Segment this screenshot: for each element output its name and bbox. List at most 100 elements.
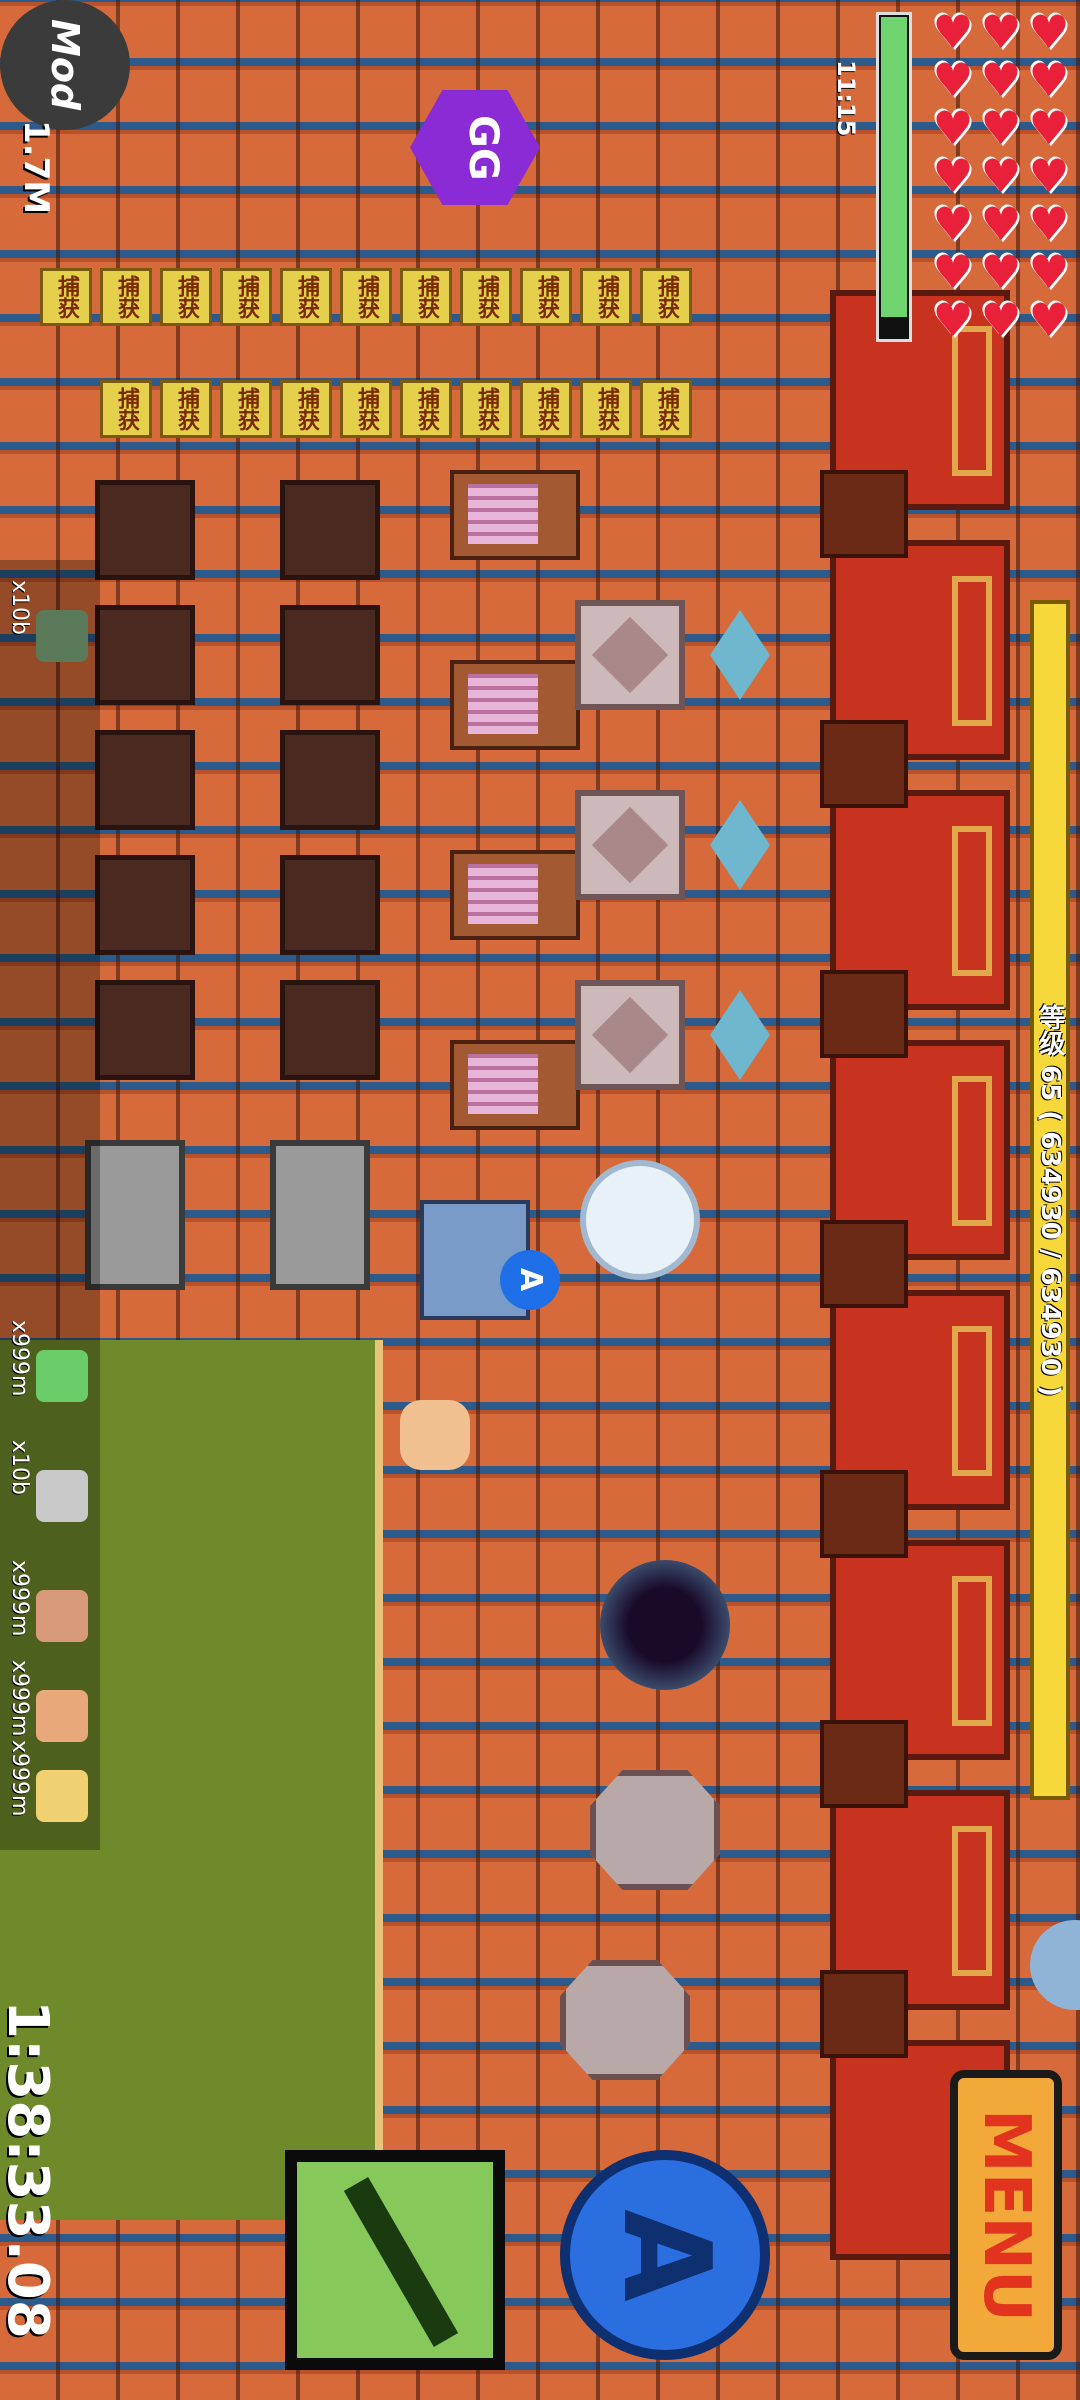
heart-icon: ♥ — [932, 5, 974, 59]
shirt-icon — [36, 1590, 88, 1642]
capture-sign[interactable]: 捕获 — [220, 268, 272, 326]
capture-sign[interactable]: 捕获 — [160, 380, 212, 438]
hotbar-count: x999m — [7, 1560, 32, 1637]
shirt-icon — [36, 1690, 88, 1742]
heart-icon: ♥ — [1028, 245, 1070, 299]
capture-sign[interactable]: 捕获 — [520, 380, 572, 438]
capture-sign[interactable]: 捕获 — [640, 268, 692, 326]
heart-icon: ♥ — [932, 245, 974, 299]
hotbar-slot[interactable]: x999m — [0, 1740, 100, 1850]
heart-icon: ♥ — [1028, 101, 1070, 155]
heart-icon: ♥ — [932, 149, 974, 203]
hotbar-slot[interactable]: x10b — [0, 580, 100, 690]
game-screen: 捕获 捕获 捕获 捕获 捕获 捕获 捕获 捕获 捕获 捕获 捕获 捕获 捕获 捕… — [0, 0, 1080, 2400]
capture-sign[interactable]: 捕获 — [100, 380, 152, 438]
hotbar-slot[interactable]: x10b — [0, 1440, 100, 1550]
hotbar-slot[interactable]: x999m — [0, 1560, 100, 1670]
hotbar: x10b x999m x10b x999m x999m x999m — [0, 560, 100, 1850]
stone-statue[interactable] — [575, 600, 685, 710]
storage-crate[interactable] — [280, 480, 380, 580]
heart-icon: ♥ — [932, 197, 974, 251]
run-timer: 1:38:33.08 — [0, 2000, 60, 2339]
use-tool-button[interactable] — [285, 2150, 505, 2370]
loom[interactable] — [450, 660, 580, 750]
loom[interactable] — [450, 850, 580, 940]
capture-sign[interactable]: 捕获 — [580, 380, 632, 438]
level-text: 等级 65 ( 634930 / 634930 ) — [1035, 1003, 1065, 1397]
capture-sign[interactable]: 捕获 — [460, 268, 512, 326]
capture-sign[interactable]: 捕获 — [280, 380, 332, 438]
player-marker: A — [500, 1250, 560, 1310]
storage-crate[interactable] — [95, 480, 195, 580]
loom[interactable] — [450, 1040, 580, 1130]
magic-orb[interactable] — [580, 1160, 700, 1280]
void-portal[interactable] — [600, 1560, 730, 1690]
chair[interactable] — [820, 720, 908, 808]
capture-sign[interactable]: 捕获 — [460, 380, 512, 438]
capture-sign[interactable]: 捕获 — [280, 268, 332, 326]
heart-icon: ♥ — [932, 101, 974, 155]
money-counter: 1.7M — [16, 120, 56, 215]
capture-sign[interactable]: 捕获 — [520, 268, 572, 326]
heart-icon: ♥ — [980, 101, 1022, 155]
heart-icon: ♥ — [980, 293, 1022, 347]
stone-altar[interactable] — [590, 1770, 720, 1890]
heart-icon: ♥ — [980, 5, 1022, 59]
stone-altar[interactable] — [560, 1960, 690, 2080]
chair[interactable] — [820, 1720, 908, 1808]
heart-icon: ♥ — [932, 53, 974, 107]
heart-icon: ♥ — [932, 293, 974, 347]
storage-crate[interactable] — [280, 605, 380, 705]
storage-crate[interactable] — [280, 730, 380, 830]
furnace[interactable] — [85, 1140, 185, 1290]
menu-button[interactable]: MENU — [950, 2070, 1062, 2360]
storage-crate[interactable] — [280, 855, 380, 955]
capture-sign[interactable]: 捕获 — [580, 268, 632, 326]
capture-sign[interactable]: 捕获 — [100, 268, 152, 326]
heart-icon: ♥ — [980, 197, 1022, 251]
hotbar-slot[interactable]: x999m — [0, 1320, 100, 1430]
chair[interactable] — [820, 970, 908, 1058]
capture-sign[interactable]: 捕获 — [640, 380, 692, 438]
capture-sign[interactable]: 捕获 — [160, 268, 212, 326]
mod-menu-button[interactable]: Mod — [0, 0, 130, 130]
health-bar-fill — [881, 17, 907, 317]
hotbar-count: x999m — [7, 1740, 32, 1817]
heart-icon: ♥ — [1028, 293, 1070, 347]
capture-sign[interactable]: 捕获 — [400, 380, 452, 438]
bucket-icon — [36, 1470, 88, 1522]
storage-crate[interactable] — [95, 730, 195, 830]
pickaxe-icon — [36, 610, 88, 662]
storage-crate[interactable] — [95, 855, 195, 955]
chair[interactable] — [820, 1970, 908, 2058]
stone-statue[interactable] — [575, 790, 685, 900]
capture-sign[interactable]: 捕获 — [40, 268, 92, 326]
heart-icon: ♥ — [1028, 197, 1070, 251]
chair[interactable] — [820, 470, 908, 558]
capture-sign[interactable]: 捕获 — [340, 268, 392, 326]
capture-sign[interactable]: 捕获 — [340, 380, 392, 438]
attack-button[interactable]: A — [560, 2150, 770, 2360]
capture-sign[interactable]: 捕获 — [400, 268, 452, 326]
chair[interactable] — [820, 1220, 908, 1308]
health-bar — [876, 12, 912, 342]
capture-sign[interactable]: 捕获 — [220, 380, 272, 438]
hotbar-count: x999m — [7, 1320, 32, 1397]
game-clock: 11:15 — [832, 60, 860, 137]
npc-character[interactable] — [400, 1400, 470, 1470]
heart-icon: ♥ — [1028, 53, 1070, 107]
heart-icon: ♥ — [980, 245, 1022, 299]
storage-crate[interactable] — [95, 980, 195, 1080]
stone-statue[interactable] — [575, 980, 685, 1090]
heart-icon: ♥ — [980, 149, 1022, 203]
storage-crate[interactable] — [95, 605, 195, 705]
chair[interactable] — [820, 1470, 908, 1558]
storage-crate[interactable] — [280, 980, 380, 1080]
bread-icon — [36, 1770, 88, 1822]
heart-icon: ♥ — [1028, 149, 1070, 203]
heart-icon: ♥ — [980, 53, 1022, 107]
heart-icon: ♥ — [1028, 5, 1070, 59]
loom[interactable] — [450, 470, 580, 560]
potion-icon — [36, 1350, 88, 1402]
furnace[interactable] — [270, 1140, 370, 1290]
